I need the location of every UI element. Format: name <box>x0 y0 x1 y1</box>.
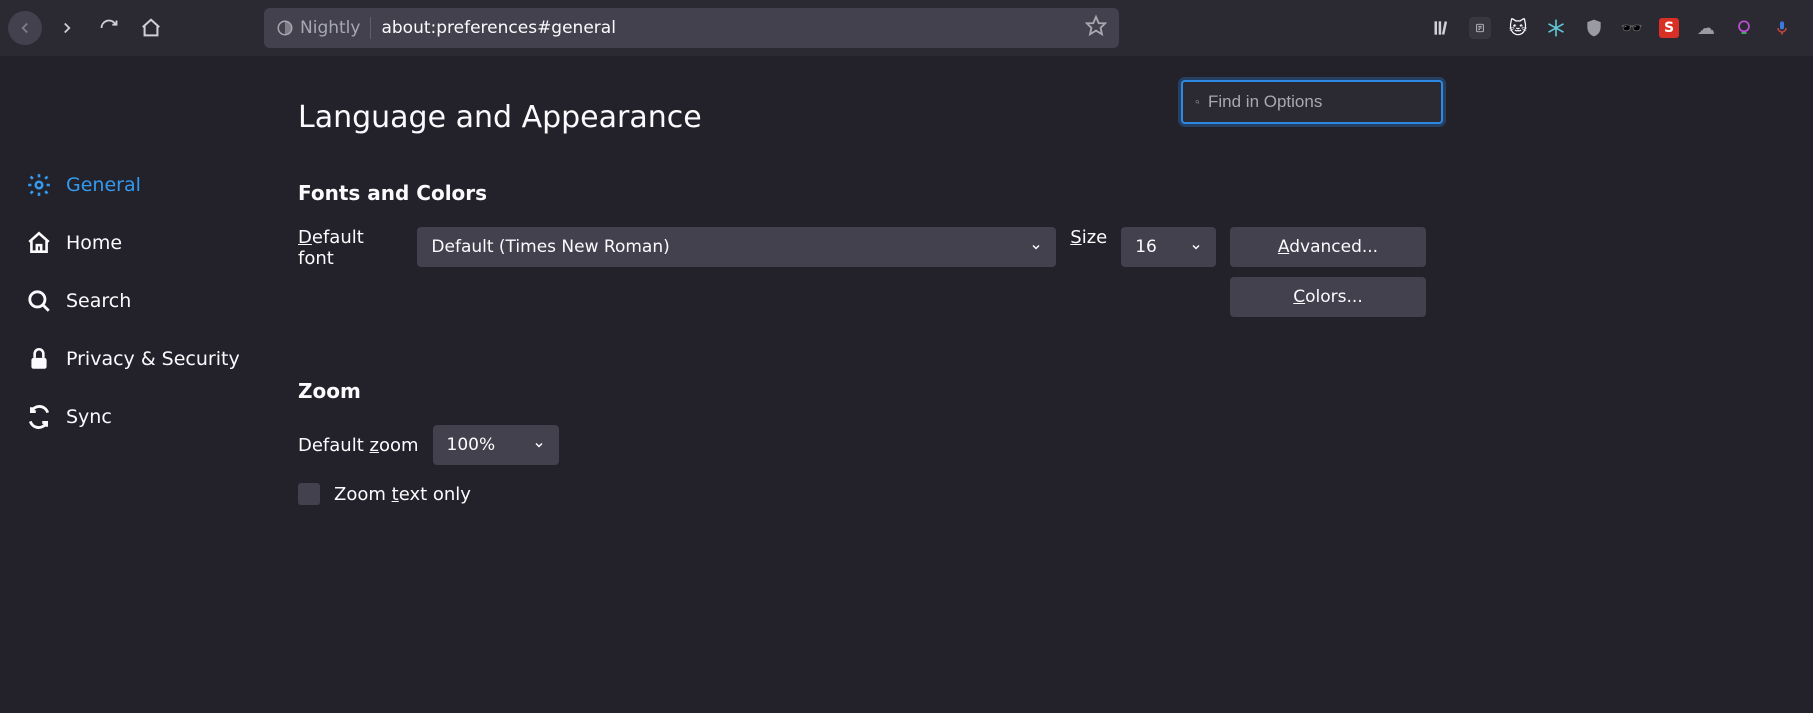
default-font-select[interactable]: Default (Times New Roman) <box>417 227 1056 267</box>
sidebar-item-sync[interactable]: Sync <box>0 388 270 446</box>
sidebar-item-label: Privacy & Security <box>66 348 240 370</box>
reader-view-icon[interactable] <box>1469 17 1491 39</box>
zoom-section: Zoom Default zoom 100% Zoom text only <box>298 379 1785 505</box>
advanced-button[interactable]: Advanced... <box>1230 227 1426 267</box>
firefox-icon <box>276 19 294 37</box>
sidebar-item-label: Sync <box>66 406 112 428</box>
browser-toolbar: Nightly about:preferences#general 🐱 🕶️ S… <box>0 0 1813 56</box>
zoom-title: Zoom <box>298 379 1785 403</box>
default-zoom-row: Default zoom 100% <box>298 425 1785 465</box>
size-label: Size <box>1070 227 1107 248</box>
goggles-icon[interactable]: 🕶️ <box>1621 17 1643 39</box>
preferences-content: General Home Search Privacy & Security S… <box>0 56 1813 713</box>
sidebar-item-label: General <box>66 174 141 196</box>
gear-icon <box>26 172 52 198</box>
lock-icon <box>26 346 52 372</box>
colors-button[interactable]: Colors... <box>1230 277 1426 317</box>
home-button[interactable] <box>134 11 168 45</box>
sidebar-item-general[interactable]: General <box>0 156 270 214</box>
identity-label: Nightly <box>300 18 360 38</box>
default-zoom-select[interactable]: 100% <box>433 425 559 465</box>
sidebar-item-home[interactable]: Home <box>0 214 270 272</box>
default-font-label: Default font <box>298 227 403 269</box>
home-icon <box>26 230 52 256</box>
extension-icons: 🐱 🕶️ S ☁ <box>1431 17 1805 39</box>
url-text: about:preferences#general <box>381 18 1075 38</box>
chevron-down-icon <box>1190 241 1202 253</box>
forward-button[interactable] <box>50 11 84 45</box>
snowflake-icon[interactable] <box>1545 17 1567 39</box>
bookmark-star-icon[interactable] <box>1085 15 1107 42</box>
sidebar-item-search[interactable]: Search <box>0 272 270 330</box>
nav-buttons <box>8 11 168 45</box>
zoom-text-only-label: Zoom text only <box>334 484 471 505</box>
sidebar-item-privacy[interactable]: Privacy & Security <box>0 330 270 388</box>
font-action-buttons: Advanced... Colors... <box>1230 227 1426 317</box>
default-zoom-value: 100% <box>447 435 496 455</box>
preferences-main: Language and Appearance Fonts and Colors… <box>270 56 1813 713</box>
back-button[interactable] <box>8 11 42 45</box>
zoom-text-only-row: Zoom text only <box>298 483 1785 505</box>
font-size-select[interactable]: 16 <box>1121 227 1216 267</box>
search-icon <box>26 288 52 314</box>
zoom-text-only-checkbox[interactable] <box>298 483 320 505</box>
identity-box: Nightly <box>276 18 360 38</box>
section-title: Language and Appearance <box>298 100 1785 135</box>
lightbulb-icon[interactable] <box>1733 17 1755 39</box>
urlbar-divider <box>370 17 371 39</box>
search-icon <box>1195 94 1200 110</box>
default-font-value: Default (Times New Roman) <box>431 237 669 257</box>
fonts-colors-title: Fonts and Colors <box>298 181 1785 205</box>
preferences-sidebar: General Home Search Privacy & Security S… <box>0 56 270 713</box>
sidebar-item-label: Search <box>66 290 131 312</box>
shield-ub-icon[interactable] <box>1583 17 1605 39</box>
chevron-down-icon <box>533 439 545 451</box>
s-badge-icon[interactable]: S <box>1659 18 1679 38</box>
extension-avatar-icon[interactable]: 🐱 <box>1507 17 1529 39</box>
mic-icon[interactable] <box>1771 17 1793 39</box>
sidebar-item-label: Home <box>66 232 122 254</box>
default-zoom-label: Default zoom <box>298 435 419 456</box>
chevron-down-icon <box>1030 241 1042 253</box>
library-icon[interactable] <box>1431 17 1453 39</box>
font-size-value: 16 <box>1135 237 1157 257</box>
find-input[interactable] <box>1208 92 1429 112</box>
url-bar[interactable]: Nightly about:preferences#general <box>264 8 1119 48</box>
find-in-options[interactable] <box>1181 80 1443 124</box>
cloud-icon[interactable]: ☁ <box>1695 17 1717 39</box>
reload-button[interactable] <box>92 11 126 45</box>
fonts-row: Default font Default (Times New Roman) S… <box>298 227 1426 317</box>
sync-icon <box>26 404 52 430</box>
